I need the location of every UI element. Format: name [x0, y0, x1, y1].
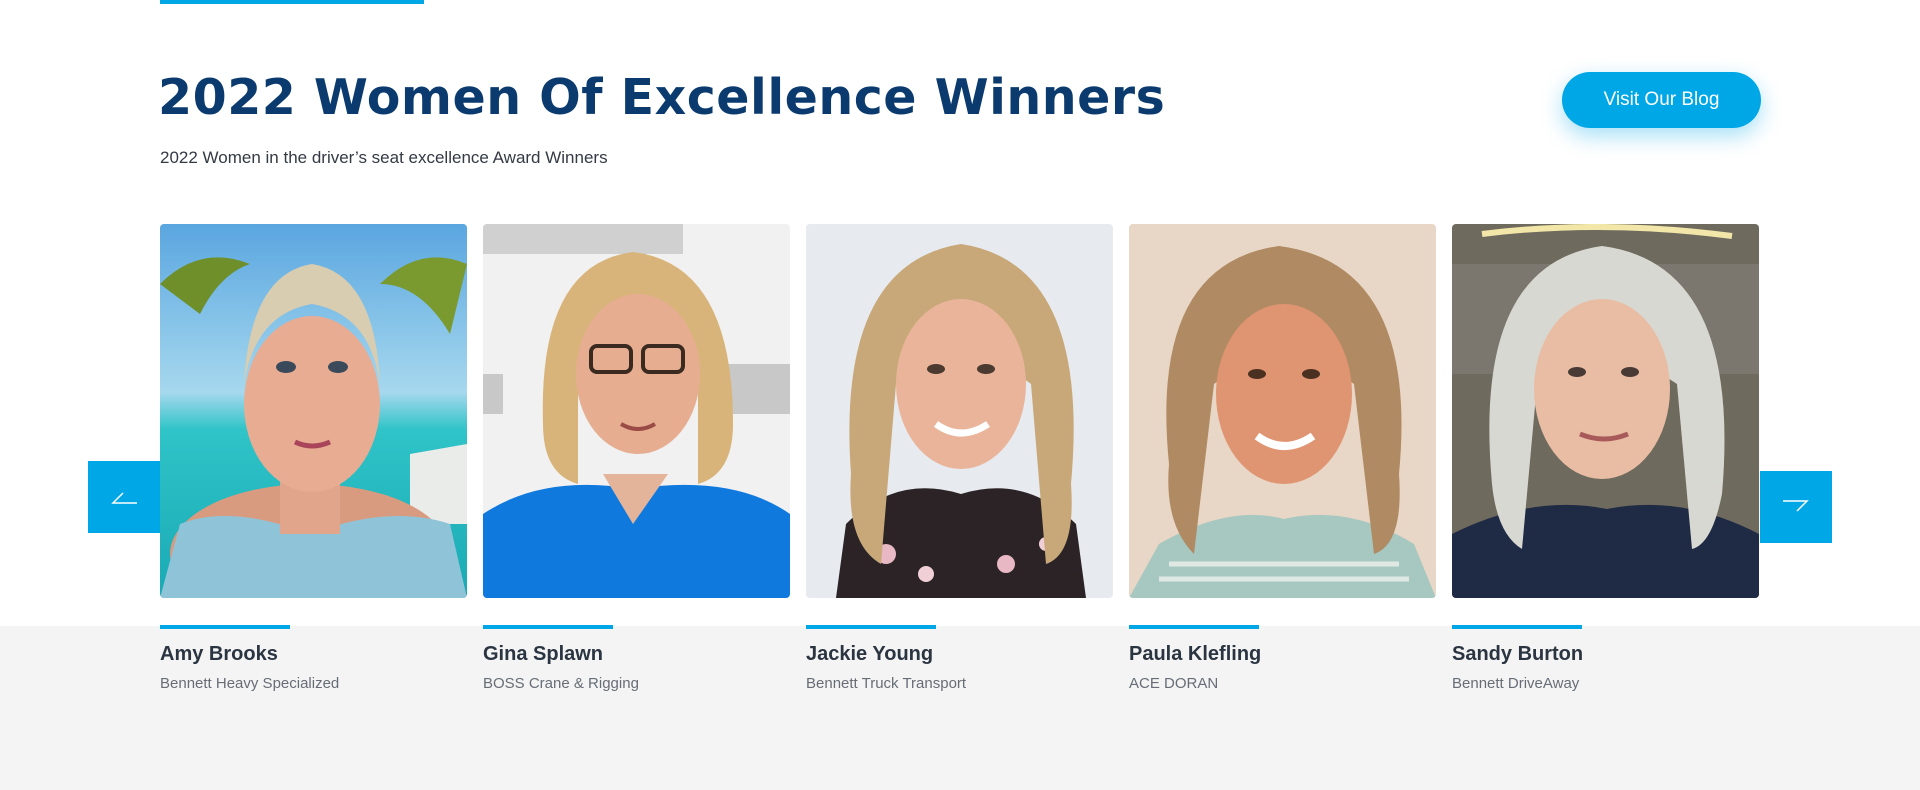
- portrait-photo: [1129, 224, 1436, 598]
- winner-photo-amy-brooks: [160, 224, 467, 598]
- winner-name: Paula Klefling: [1129, 643, 1262, 665]
- winner-name: Jackie Young: [806, 643, 934, 665]
- winner-photo-jackie-young: [806, 224, 1113, 598]
- page-title: 2022 Women Of Excellence Winners: [158, 69, 1166, 126]
- card-accent-line: [1452, 625, 1582, 629]
- arrow-left-icon: [111, 492, 137, 504]
- winner-company: Bennett Truck Transport: [806, 675, 967, 692]
- card-accent-line: [1129, 625, 1259, 629]
- arrow-right-icon: [1783, 500, 1809, 512]
- portrait-photo: [483, 224, 790, 598]
- top-accent-line: [160, 0, 424, 4]
- page-subtitle: 2022 Women in the driver’s seat excellen…: [160, 148, 608, 167]
- winner-name: Gina Splawn: [483, 643, 604, 665]
- winner-name: Sandy Burton: [1452, 643, 1584, 665]
- portrait-photo: [160, 224, 467, 598]
- winner-name: Amy Brooks: [160, 643, 278, 665]
- card-accent-line: [806, 625, 936, 629]
- winner-photo-gina-splawn: [483, 224, 790, 598]
- winner-photo-paula-klefling: [1129, 224, 1436, 598]
- winner-company: BOSS Crane & Rigging: [483, 675, 639, 692]
- card-accent-line: [483, 625, 613, 629]
- visit-blog-button[interactable]: Visit Our Blog: [1562, 72, 1761, 128]
- card-info-band: [0, 626, 1920, 790]
- card-accent-line: [160, 625, 290, 629]
- portrait-photo: [806, 224, 1113, 598]
- winner-company: Bennett Heavy Specialized: [160, 675, 340, 692]
- carousel-prev-button[interactable]: [88, 461, 160, 533]
- portrait-photo: [1452, 224, 1759, 598]
- carousel-next-button[interactable]: [1760, 471, 1832, 543]
- winner-company: Bennett DriveAway: [1452, 675, 1580, 692]
- winner-company: ACE DORAN: [1129, 675, 1219, 692]
- winner-photo-sandy-burton: [1452, 224, 1759, 598]
